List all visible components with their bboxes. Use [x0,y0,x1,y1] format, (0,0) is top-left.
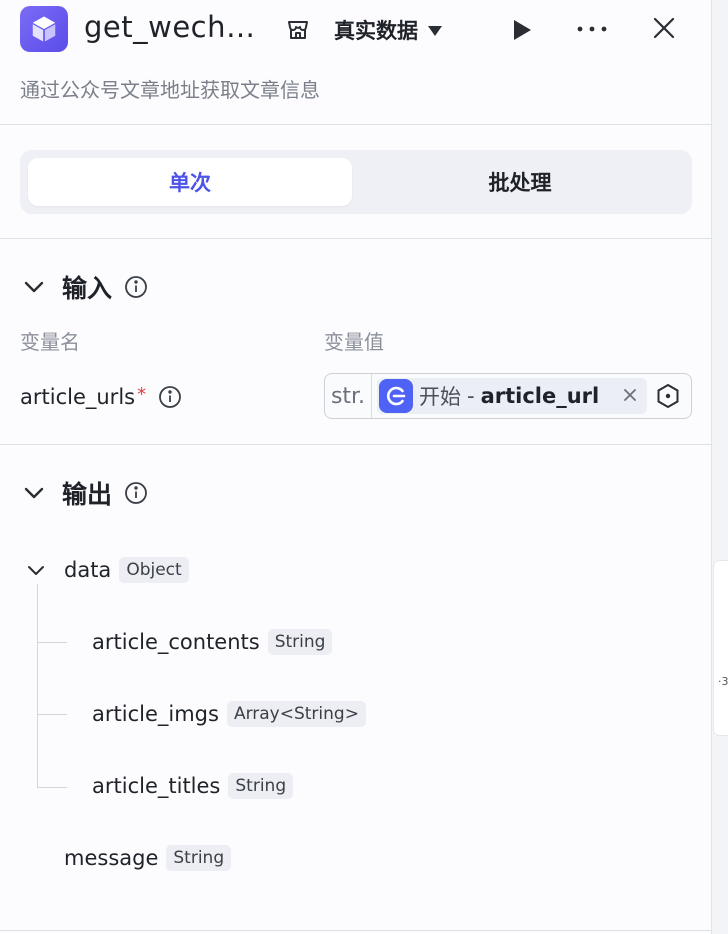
variable-name: article_urls * [20,382,182,412]
canvas-node-peek[interactable]: ·3 [713,560,728,736]
output-section-title: 输出 [62,480,113,509]
required-mark: * [137,383,147,405]
column-label-value: 变量值 [324,330,384,354]
tab-single[interactable]: 单次 [28,158,352,206]
list-item: article_imgs Array<String> [92,698,366,730]
type-badge: String [228,773,294,799]
cube-icon [20,6,68,52]
remove-reference-icon[interactable] [619,384,641,406]
run-mode-tabs: 单次 批处理 [20,150,692,214]
canvas-node-peek-text: ·3 [718,675,728,688]
type-badge: String [166,845,232,871]
output-field-name: message [64,846,159,870]
reference-separator: - [467,384,475,408]
chevron-down-icon[interactable] [20,479,48,507]
info-icon[interactable] [124,275,148,299]
chevron-down-icon[interactable] [22,556,50,584]
panel-header: get_wech… 真实数据 [0,0,711,60]
divider [0,444,711,445]
info-icon[interactable] [158,385,182,409]
tree-line [37,787,67,788]
divider [0,124,711,125]
data-mode-label: 真实数据 [334,19,418,43]
data-mode-select[interactable]: 真实数据 [334,14,442,46]
type-badge: Array<String> [226,701,366,727]
tab-batch[interactable]: 批处理 [356,158,684,206]
column-label-name: 变量名 [20,330,80,354]
caret-down-icon [428,26,442,36]
list-item: article_titles String [92,770,294,802]
close-icon[interactable] [648,12,680,44]
output-field-name: article_contents [92,630,260,654]
output-field-name: data [64,558,112,582]
node-description: 通过公众号文章地址获取文章信息 [20,78,320,102]
store-icon[interactable] [284,16,312,44]
input-section-header: 输入 [20,270,148,304]
output-section-header: 输出 [20,476,148,510]
node-config-panel: get_wech… 真实数据 通过公众号文章地址获取文章信息 单次 批处理 输入… [0,0,712,934]
type-badge: Object [119,557,189,583]
more-icon[interactable] [574,14,610,44]
divider [0,238,711,239]
info-icon[interactable] [124,481,148,505]
chevron-down-icon[interactable] [20,273,48,301]
reference-variable-name: article_url [480,384,600,408]
variable-settings-icon[interactable] [653,382,683,410]
tree-line [37,584,38,788]
list-item: message String [64,842,232,874]
type-badge: String [267,629,333,655]
reference-node-name: 开始 [419,385,461,409]
variable-value-input[interactable]: str. 开始 - article_url [324,373,692,419]
start-node-icon [379,379,413,413]
divider [0,930,711,931]
list-item: article_contents String [92,626,333,658]
variable-reference-tag[interactable]: 开始 - article_url [377,378,647,414]
tree-line [37,642,67,643]
output-field-name: article_imgs [92,702,219,726]
output-field-name: article_titles [92,774,221,798]
list-item: data Object [64,554,189,586]
play-icon[interactable] [508,16,536,44]
variable-name-text: article_urls [20,385,136,409]
node-title[interactable]: get_wech… [84,10,256,44]
tree-line [37,714,67,715]
input-section-title: 输入 [62,274,113,303]
type-prefix[interactable]: str. [325,374,372,418]
